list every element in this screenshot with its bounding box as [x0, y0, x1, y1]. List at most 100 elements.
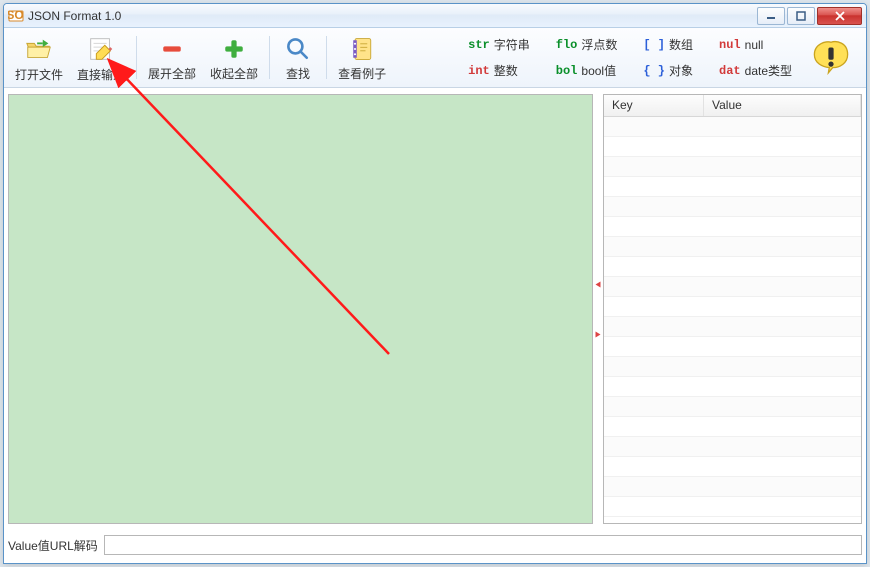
legend-flo: flo浮点数: [556, 34, 618, 56]
svg-text:JSON: JSON: [8, 8, 24, 22]
toolbar-group-find: 查找: [274, 30, 322, 85]
table-row[interactable]: [604, 497, 861, 517]
folder-open-icon: [24, 34, 54, 64]
window-title: JSON Format 1.0: [28, 9, 757, 23]
table-row[interactable]: [604, 237, 861, 257]
table-row[interactable]: [604, 417, 861, 437]
minus-icon: [157, 34, 187, 63]
table-row[interactable]: [604, 157, 861, 177]
table-row[interactable]: [604, 117, 861, 137]
close-button[interactable]: [817, 7, 862, 25]
legend-int: int 整数: [468, 60, 530, 82]
app-window: JSON JSON Format 1.0 打开文件: [3, 3, 867, 564]
maximize-icon: [796, 11, 806, 21]
table-row[interactable]: [604, 437, 861, 457]
toolbar: 打开文件 直接输入 展开全部 收起全部: [4, 28, 866, 88]
table-row[interactable]: [604, 277, 861, 297]
collapse-all-label: 收起全部: [210, 65, 258, 82]
legend-flo-label: 浮点数: [581, 36, 617, 53]
key-value-grid: Key Value: [603, 94, 862, 524]
legend-bol: bolbool值: [556, 60, 618, 82]
legend-nul: nulnull: [719, 34, 792, 56]
expand-all-button[interactable]: 展开全部: [141, 30, 203, 85]
window-buttons: [757, 7, 862, 25]
legend-nul-label: null: [745, 38, 764, 52]
grid-header-value[interactable]: Value: [704, 95, 861, 116]
direct-input-button[interactable]: 直接输入: [70, 30, 132, 85]
table-row[interactable]: [604, 177, 861, 197]
legend-str-tag: str: [468, 38, 490, 52]
grid-header: Key Value: [604, 95, 861, 117]
close-icon: [834, 11, 846, 21]
toolbar-group-file: 打开文件 直接输入: [8, 30, 132, 85]
legend-dat-label: date类型: [745, 62, 792, 79]
maximize-button[interactable]: [787, 7, 815, 25]
find-label: 查找: [286, 65, 310, 82]
table-row[interactable]: [604, 377, 861, 397]
bottom-bar: Value值URL解码: [8, 533, 862, 557]
expand-all-label: 展开全部: [148, 65, 196, 82]
legend-arr: [ ] 数组: [643, 34, 693, 56]
url-decode-label: Value值URL解码: [8, 537, 98, 554]
direct-input-label: 直接输入: [77, 66, 125, 83]
minimize-icon: [766, 11, 776, 21]
app-icon: JSON: [8, 8, 24, 24]
legend-bol-tag: bol: [556, 64, 578, 78]
splitter-handle[interactable]: [595, 294, 601, 324]
collapse-all-button[interactable]: 收起全部: [203, 30, 265, 85]
table-row[interactable]: [604, 457, 861, 477]
chevron-right-icon: [596, 331, 601, 337]
legend-obj-label: 对象: [669, 62, 693, 79]
table-row[interactable]: [604, 317, 861, 337]
plus-icon: [219, 34, 249, 63]
table-row[interactable]: [604, 477, 861, 497]
split-pane: Key Value: [8, 94, 862, 524]
open-file-button[interactable]: 打开文件: [8, 30, 70, 85]
json-tree-pane[interactable]: [8, 94, 593, 524]
toolbar-group-example: 查看例子: [331, 30, 393, 85]
minimize-button[interactable]: [757, 7, 785, 25]
main-area: Key Value Value值URL解码: [4, 90, 866, 563]
legend-dat: dat date类型: [719, 60, 792, 82]
edit-icon: [86, 34, 116, 64]
table-row[interactable]: [604, 337, 861, 357]
legend-arr-label: 数组: [669, 36, 693, 53]
warning-icon[interactable]: [810, 37, 852, 79]
table-row[interactable]: [604, 357, 861, 377]
legend-flo-tag: flo: [556, 38, 578, 52]
table-row[interactable]: [604, 217, 861, 237]
legend-obj-tag: { }: [643, 64, 665, 78]
table-row[interactable]: [604, 397, 861, 417]
legend-obj: { } 对象: [643, 60, 693, 82]
toolbar-group-tree: 展开全部 收起全部: [141, 30, 265, 85]
chevron-left-icon: [596, 281, 601, 287]
legend-str-label: 字符串: [494, 36, 530, 53]
view-example-button[interactable]: 查看例子: [331, 30, 393, 85]
notebook-icon: [347, 34, 377, 63]
toolbar-separator-3: [326, 36, 327, 79]
toolbar-separator-2: [269, 36, 270, 79]
legend-dat-tag: dat: [719, 64, 741, 78]
table-row[interactable]: [604, 197, 861, 217]
legend-arr-tag: [ ]: [643, 38, 665, 52]
legend-int-label: 整数: [494, 62, 518, 79]
find-button[interactable]: 查找: [274, 30, 322, 85]
legend-int-tag: int: [468, 64, 490, 78]
table-row[interactable]: [604, 297, 861, 317]
legend-bol-label: bool值: [581, 62, 616, 79]
toolbar-separator-1: [136, 36, 137, 79]
legend-grid: str 字符串 flo浮点数 [ ] 数组 nulnull int 整数 bolboo…: [468, 34, 792, 82]
splitter[interactable]: [593, 94, 603, 524]
grid-body[interactable]: [604, 117, 861, 523]
table-row[interactable]: [604, 137, 861, 157]
legend-str: str 字符串: [468, 34, 530, 56]
type-legend: str 字符串 flo浮点数 [ ] 数组 nulnull int 整数 bolboo…: [393, 30, 862, 85]
legend-nul-tag: nul: [719, 38, 741, 52]
grid-header-key[interactable]: Key: [604, 95, 704, 116]
open-file-label: 打开文件: [15, 66, 63, 83]
view-example-label: 查看例子: [338, 65, 386, 82]
titlebar[interactable]: JSON JSON Format 1.0: [4, 4, 866, 28]
url-decode-input[interactable]: [104, 535, 862, 555]
table-row[interactable]: [604, 257, 861, 277]
search-icon: [283, 34, 313, 63]
